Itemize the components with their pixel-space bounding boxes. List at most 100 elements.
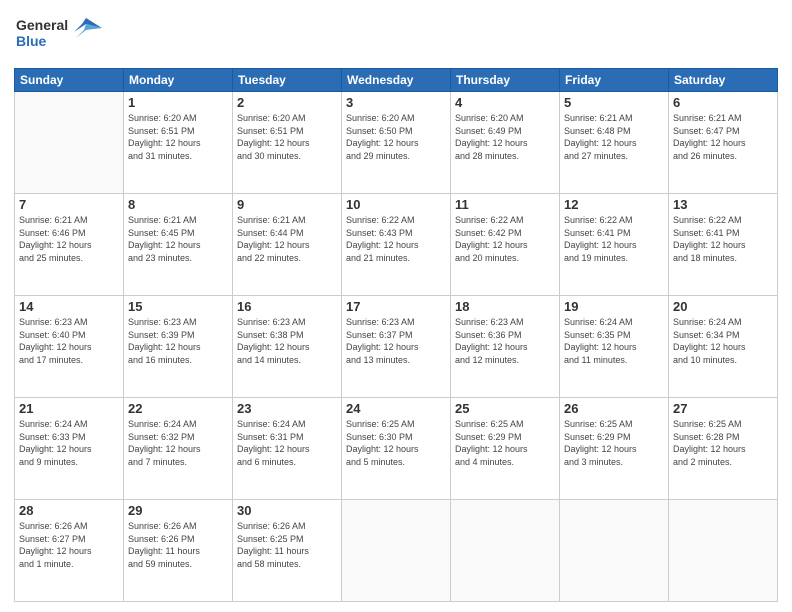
table-row: 5 Sunrise: 6:21 AM Sunset: 6:48 PM Daylig…	[560, 92, 669, 194]
col-saturday: Saturday	[669, 69, 778, 92]
day-number: 20	[673, 299, 773, 314]
day-info: Sunrise: 6:22 AM Sunset: 6:41 PM Dayligh…	[564, 214, 664, 264]
table-row	[15, 92, 124, 194]
table-row: 23Sunrise: 6:24 AM Sunset: 6:31 PM Dayli…	[233, 398, 342, 500]
table-row: 21 Sunrise: 6:24 AM Sunset: 6:33 PM Dayli…	[15, 398, 124, 500]
day-info: Sunrise: 6:26 AM Sunset: 6:26 PM Dayligh…	[128, 520, 228, 570]
table-row: 28 Sunrise: 6:26 AM Sunset: 6:27 PM Dayli…	[15, 500, 124, 602]
day-info: Sunrise: 6:22 AM Sunset: 6:42 PM Dayligh…	[455, 214, 555, 264]
day-info: Sunrise: 6:24 AM Sunset: 6:33 PM Dayligh…	[19, 418, 119, 468]
day-info: Sunrise: 6:21 AM Sunset: 6:48 PM Dayligh…	[564, 112, 664, 162]
day-number: 8	[128, 197, 228, 212]
table-row: 2Sunrise: 6:20 AM Sunset: 6:51 PM Daylig…	[233, 92, 342, 194]
table-row: 20 Sunrise: 6:24 AM Sunset: 6:34 PM Dayli…	[669, 296, 778, 398]
day-number: 25	[455, 401, 555, 416]
day-info: Sunrise: 6:21 AM Sunset: 6:47 PM Dayligh…	[673, 112, 773, 162]
table-row	[451, 500, 560, 602]
day-number: 22	[128, 401, 228, 416]
table-row: 8 Sunrise: 6:21 AM Sunset: 6:45 PM Daylig…	[124, 194, 233, 296]
table-row: 25 Sunrise: 6:25 AM Sunset: 6:29 PM Dayli…	[451, 398, 560, 500]
day-info: Sunrise: 6:25 AM Sunset: 6:29 PM Dayligh…	[455, 418, 555, 468]
table-row: 29 Sunrise: 6:26 AM Sunset: 6:26 PM Dayli…	[124, 500, 233, 602]
table-row: 4Sunrise: 6:20 AM Sunset: 6:49 PM Daylig…	[451, 92, 560, 194]
table-row: 24 Sunrise: 6:25 AM Sunset: 6:30 PM Dayli…	[342, 398, 451, 500]
day-info: Sunrise: 6:23 AM Sunset: 6:37 PM Dayligh…	[346, 316, 446, 366]
table-row	[560, 500, 669, 602]
col-tuesday: Tuesday	[233, 69, 342, 92]
col-monday: Monday	[124, 69, 233, 92]
day-number: 29	[128, 503, 228, 518]
table-row: 11 Sunrise: 6:22 AM Sunset: 6:42 PM Dayli…	[451, 194, 560, 296]
day-info: Sunrise: 6:24 AM Sunset: 6:35 PM Dayligh…	[564, 316, 664, 366]
day-number: 24	[346, 401, 446, 416]
day-info: Sunrise: 6:23 AM Sunset: 6:36 PM Dayligh…	[455, 316, 555, 366]
day-number: 3	[346, 95, 446, 110]
day-number: 13	[673, 197, 773, 212]
day-info: Sunrise: 6:21 AM Sunset: 6:46 PM Dayligh…	[19, 214, 119, 264]
day-number: 28	[19, 503, 119, 518]
calendar-header-row: Sunday Monday Tuesday Wednesday Thursday…	[15, 69, 778, 92]
day-info: Sunrise: 6:25 AM Sunset: 6:30 PM Dayligh…	[346, 418, 446, 468]
table-row: 10Sunrise: 6:22 AM Sunset: 6:43 PM Dayli…	[342, 194, 451, 296]
table-row: 19 Sunrise: 6:24 AM Sunset: 6:35 PM Dayli…	[560, 296, 669, 398]
day-number: 15	[128, 299, 228, 314]
day-info: Sunrise: 6:21 AM Sunset: 6:45 PM Dayligh…	[128, 214, 228, 264]
day-number: 1	[128, 95, 228, 110]
table-row: 27 Sunrise: 6:25 AM Sunset: 6:28 PM Dayli…	[669, 398, 778, 500]
day-number: 12	[564, 197, 664, 212]
table-row: 13 Sunrise: 6:22 AM Sunset: 6:41 PM Dayli…	[669, 194, 778, 296]
table-row: 7Sunrise: 6:21 AM Sunset: 6:46 PM Daylig…	[15, 194, 124, 296]
col-friday: Friday	[560, 69, 669, 92]
table-row: 3 Sunrise: 6:20 AM Sunset: 6:50 PM Daylig…	[342, 92, 451, 194]
day-info: Sunrise: 6:24 AM Sunset: 6:31 PM Dayligh…	[237, 418, 337, 468]
calendar-week-row: 28 Sunrise: 6:26 AM Sunset: 6:27 PM Dayli…	[15, 500, 778, 602]
col-thursday: Thursday	[451, 69, 560, 92]
calendar-week-row: 21 Sunrise: 6:24 AM Sunset: 6:33 PM Dayli…	[15, 398, 778, 500]
day-info: Sunrise: 6:23 AM Sunset: 6:38 PM Dayligh…	[237, 316, 337, 366]
svg-text:General: General	[16, 17, 68, 33]
day-number: 26	[564, 401, 664, 416]
calendar-table: Sunday Monday Tuesday Wednesday Thursday…	[14, 68, 778, 602]
day-info: Sunrise: 6:25 AM Sunset: 6:29 PM Dayligh…	[564, 418, 664, 468]
day-number: 2	[237, 95, 337, 110]
svg-text:Blue: Blue	[16, 33, 47, 49]
page: General Blue Sunday Monday Tuesday Wedne…	[0, 0, 792, 612]
day-info: Sunrise: 6:20 AM Sunset: 6:49 PM Dayligh…	[455, 112, 555, 162]
day-info: Sunrise: 6:23 AM Sunset: 6:40 PM Dayligh…	[19, 316, 119, 366]
table-row	[342, 500, 451, 602]
day-info: Sunrise: 6:24 AM Sunset: 6:34 PM Dayligh…	[673, 316, 773, 366]
logo-content: General Blue	[14, 10, 104, 60]
day-number: 11	[455, 197, 555, 212]
day-number: 19	[564, 299, 664, 314]
day-number: 27	[673, 401, 773, 416]
day-info: Sunrise: 6:22 AM Sunset: 6:41 PM Dayligh…	[673, 214, 773, 264]
day-info: Sunrise: 6:20 AM Sunset: 6:50 PM Dayligh…	[346, 112, 446, 162]
table-row: 17Sunrise: 6:23 AM Sunset: 6:37 PM Dayli…	[342, 296, 451, 398]
day-info: Sunrise: 6:26 AM Sunset: 6:27 PM Dayligh…	[19, 520, 119, 570]
day-number: 14	[19, 299, 119, 314]
day-info: Sunrise: 6:26 AM Sunset: 6:25 PM Dayligh…	[237, 520, 337, 570]
table-row: 9Sunrise: 6:21 AM Sunset: 6:44 PM Daylig…	[233, 194, 342, 296]
logo-svg: General Blue	[14, 10, 104, 55]
table-row: 16 Sunrise: 6:23 AM Sunset: 6:38 PM Dayli…	[233, 296, 342, 398]
table-row: 22 Sunrise: 6:24 AM Sunset: 6:32 PM Dayli…	[124, 398, 233, 500]
day-number: 16	[237, 299, 337, 314]
table-row	[669, 500, 778, 602]
day-number: 9	[237, 197, 337, 212]
header: General Blue	[14, 10, 778, 60]
calendar-week-row: 1Sunrise: 6:20 AM Sunset: 6:51 PM Daylig…	[15, 92, 778, 194]
day-number: 21	[19, 401, 119, 416]
table-row: 6 Sunrise: 6:21 AM Sunset: 6:47 PM Daylig…	[669, 92, 778, 194]
table-row: 12 Sunrise: 6:22 AM Sunset: 6:41 PM Dayli…	[560, 194, 669, 296]
table-row: 26 Sunrise: 6:25 AM Sunset: 6:29 PM Dayli…	[560, 398, 669, 500]
day-info: Sunrise: 6:25 AM Sunset: 6:28 PM Dayligh…	[673, 418, 773, 468]
day-number: 5	[564, 95, 664, 110]
day-info: Sunrise: 6:24 AM Sunset: 6:32 PM Dayligh…	[128, 418, 228, 468]
table-row: 30 Sunrise: 6:26 AM Sunset: 6:25 PM Dayli…	[233, 500, 342, 602]
day-number: 30	[237, 503, 337, 518]
day-info: Sunrise: 6:23 AM Sunset: 6:39 PM Dayligh…	[128, 316, 228, 366]
logo: General Blue	[14, 10, 104, 60]
table-row: 18Sunrise: 6:23 AM Sunset: 6:36 PM Dayli…	[451, 296, 560, 398]
day-number: 6	[673, 95, 773, 110]
table-row: 1Sunrise: 6:20 AM Sunset: 6:51 PM Daylig…	[124, 92, 233, 194]
